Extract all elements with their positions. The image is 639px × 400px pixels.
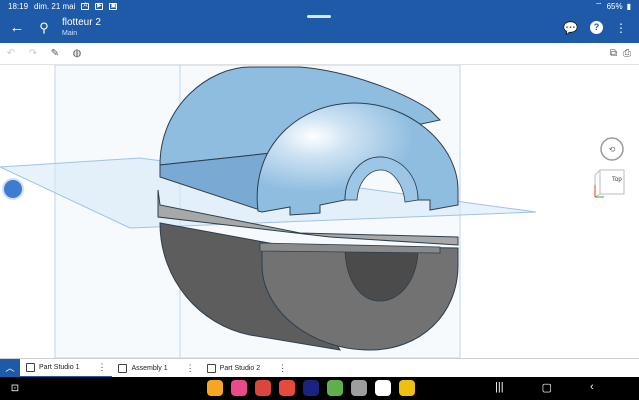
notification-icon: A xyxy=(81,2,90,10)
home-icon[interactable]: ▢ xyxy=(542,381,552,394)
svg-text:⟲: ⟲ xyxy=(609,145,616,154)
more-vertical-icon[interactable]: ⋮ xyxy=(615,21,627,35)
tab-part-studio-1[interactable]: Part Studio 1 ⋮ xyxy=(20,359,113,378)
tab-bar: ︿ Part Studio 1 ⋮ Assembly 1 ⋮ Part Stud… xyxy=(0,358,639,378)
dock-app-icon[interactable] xyxy=(327,380,343,396)
graphics-viewport[interactable]: ⟲ Top xyxy=(0,65,639,358)
dock-app-icon[interactable] xyxy=(303,380,319,396)
layers-icon[interactable]: ⧉ xyxy=(610,48,617,59)
document-title: flotteur 2 xyxy=(62,16,101,28)
battery-icon: ▮ xyxy=(626,1,631,11)
document-tree-icon[interactable]: ⚲ xyxy=(34,20,54,36)
status-time: 18:19 xyxy=(8,1,29,11)
tab-menu-icon[interactable]: ⋮ xyxy=(278,363,287,374)
tab-assembly-1[interactable]: Assembly 1 ⋮ xyxy=(112,359,200,378)
youtube-icon: ▶ xyxy=(95,2,104,10)
system-nav-bar: ⊡ ||| ▢ ‹ xyxy=(0,377,639,400)
tab-menu-icon[interactable]: ⋮ xyxy=(186,363,195,374)
dock-app-icon[interactable] xyxy=(231,380,247,396)
drag-handle[interactable] xyxy=(307,15,331,18)
recent-apps-icon[interactable]: ||| xyxy=(495,381,504,394)
tab-label: Part Studio 1 xyxy=(39,363,80,371)
tab-menu-icon[interactable]: ⋮ xyxy=(97,362,106,373)
dock-app-icon[interactable] xyxy=(255,380,271,396)
dock-app-icon[interactable] xyxy=(351,380,367,396)
photo-icon: ▣ xyxy=(109,2,118,10)
part-studio-icon xyxy=(206,363,216,373)
undo-icon[interactable]: ↶ xyxy=(0,48,22,59)
app-dock xyxy=(207,380,415,396)
chat-icon[interactable]: 💬 xyxy=(563,21,578,35)
help-icon[interactable]: ? xyxy=(590,21,603,34)
view-cube[interactable]: ⟲ Top xyxy=(592,135,632,205)
tab-label: Assembly 1 xyxy=(131,364,168,372)
status-date: dim. 21 mai xyxy=(34,1,76,11)
part-studio-icon xyxy=(26,362,35,372)
tab-label: Part Studio 2 xyxy=(219,364,261,372)
dock-app-icon[interactable] xyxy=(375,380,391,396)
print-icon[interactable]: ⎙ xyxy=(623,48,631,59)
sphere-icon[interactable]: ◍ xyxy=(66,48,88,59)
wifi-icon: ⌔ xyxy=(595,1,603,10)
view-cube-label: Top xyxy=(612,177,622,183)
back-arrow-icon[interactable]: ← xyxy=(0,19,34,36)
screenshot-icon[interactable]: ⊡ xyxy=(0,383,30,394)
assembly-icon xyxy=(118,363,128,373)
expand-tabs-icon[interactable]: ︿ xyxy=(0,358,20,378)
back-icon[interactable]: ‹ xyxy=(590,381,594,394)
model-canvas[interactable] xyxy=(0,65,639,358)
document-title-block[interactable]: flotteur 2 Main xyxy=(62,17,101,39)
dock-app-icon[interactable] xyxy=(207,380,223,396)
status-bar: 18:19 dim. 21 mai A ▶ ▣ ⌔ 65% ▮ xyxy=(0,0,639,12)
toolbar: ↶ ↷ ✎ ◍ ⧉ ⎙ xyxy=(0,43,639,65)
dock-app-icon[interactable] xyxy=(399,380,415,396)
battery-level: 65% xyxy=(606,1,623,11)
tab-part-studio-2[interactable]: Part Studio 2 ⋮ xyxy=(201,359,293,378)
redo-icon[interactable]: ↷ xyxy=(22,48,44,59)
branch-name: Main xyxy=(62,29,78,37)
pencil-icon[interactable]: ✎ xyxy=(44,48,66,59)
side-panel-toggle[interactable] xyxy=(4,180,22,198)
dock-app-icon[interactable] xyxy=(279,380,295,396)
